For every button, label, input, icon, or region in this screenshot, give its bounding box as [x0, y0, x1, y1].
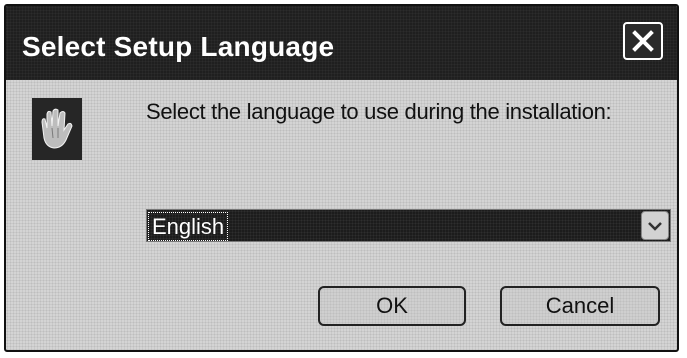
setup-language-dialog: Select Setup Language Select the languag…	[4, 4, 679, 352]
title-bar[interactable]: Select Setup Language	[6, 6, 677, 80]
close-button[interactable]	[623, 22, 663, 60]
close-icon	[632, 30, 654, 52]
language-select[interactable]: English	[146, 209, 671, 242]
language-select-value: English	[148, 212, 229, 241]
ok-button[interactable]: OK	[318, 286, 466, 326]
dialog-title: Select Setup Language	[22, 31, 335, 62]
chevron-down-icon	[648, 221, 662, 231]
cancel-button[interactable]: Cancel	[500, 286, 660, 326]
setup-hand-icon	[32, 98, 82, 160]
instruction-text: Select the language to use during the in…	[146, 99, 612, 124]
language-dropdown-button[interactable]	[641, 211, 669, 240]
